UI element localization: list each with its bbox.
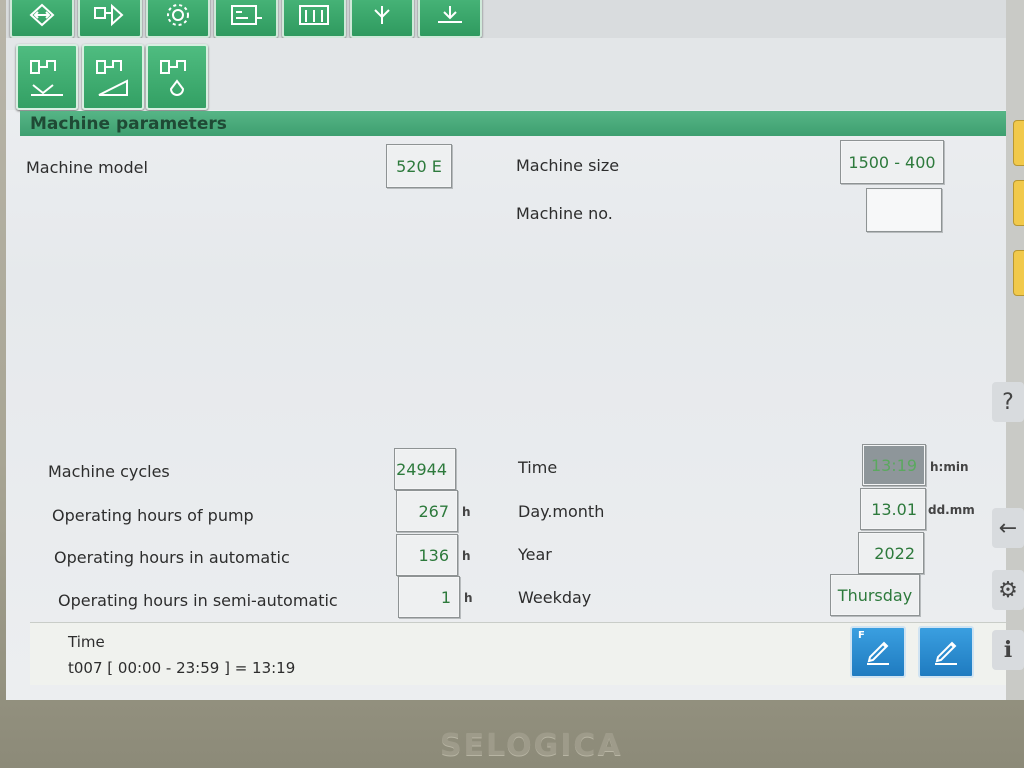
edit-button[interactable] <box>918 626 974 678</box>
weekday-field[interactable]: Thursday <box>830 574 920 616</box>
machine-size-label: Machine size <box>516 156 620 175</box>
status-title: Time <box>68 633 105 651</box>
back-arrow-icon[interactable]: ← <box>992 508 1024 548</box>
time-label: Time <box>518 458 558 477</box>
pump-hours-label: Operating hours of pump <box>52 506 254 525</box>
function-key-label: F <box>858 630 865 641</box>
automatic-hours-label: Operating hours in automatic <box>54 548 290 567</box>
page-title: Machine parameters <box>30 114 227 134</box>
semi-automatic-hours-field[interactable]: 1 <box>398 576 460 618</box>
day-month-unit: dd.mm <box>928 503 975 517</box>
edit-function-button[interactable]: F <box>850 626 906 678</box>
injection-icon[interactable] <box>418 0 482 38</box>
machine-model-label: Machine model <box>26 158 148 177</box>
settings-gear-icon[interactable]: ⚙ <box>992 570 1024 610</box>
gear-icon[interactable] <box>146 0 210 38</box>
semi-automatic-hours-unit: h <box>464 591 473 605</box>
year-label: Year <box>518 545 552 564</box>
ejector-icon[interactable] <box>350 0 414 38</box>
machine-model-field[interactable]: 520 E <box>386 144 452 188</box>
automatic-hours-field[interactable]: 136 <box>396 534 458 576</box>
tools-icon[interactable] <box>282 0 346 38</box>
machine-size-tab-icon[interactable] <box>82 44 144 110</box>
machine-size-field[interactable]: 1500 - 400 <box>840 140 944 184</box>
pump-hours-unit: h <box>462 505 471 519</box>
semi-automatic-hours-label: Operating hours in semi-automatic <box>58 591 338 610</box>
day-month-label: Day.month <box>518 502 605 521</box>
pencil-icon <box>867 641 889 665</box>
machine-no-label: Machine no. <box>516 204 613 223</box>
side-tab-3[interactable] <box>1013 250 1024 296</box>
weekday-label: Weekday <box>518 588 592 607</box>
mold-setup-icon[interactable] <box>78 0 142 38</box>
side-tab-1[interactable] <box>1013 120 1024 166</box>
section-header: Machine parameters <box>20 111 1006 136</box>
automatic-hours-unit: h <box>462 549 471 563</box>
time-field[interactable]: 13:19 <box>862 444 926 486</box>
settings-panel-icon[interactable] <box>214 0 278 38</box>
status-info: t007 [ 00:00 - 23:59 ] = 13:19 <box>68 659 296 677</box>
info-icon[interactable]: i <box>992 630 1024 670</box>
year-field[interactable]: 2022 <box>858 532 924 574</box>
pump-hours-field[interactable]: 267 <box>396 490 458 532</box>
screen: Machine parameters Machine model 520 E M… <box>6 0 1008 700</box>
time-unit: h:min <box>930 460 969 474</box>
side-tab-2[interactable] <box>1013 180 1024 226</box>
sub-toolbar <box>6 38 1006 110</box>
pencil-icon <box>935 641 957 665</box>
help-bubble-icon[interactable]: ? <box>992 382 1024 422</box>
brand-label: SELOGICA <box>440 728 623 763</box>
lubrication-tab-icon[interactable] <box>146 44 208 110</box>
navigation-icon[interactable] <box>10 0 74 38</box>
top-toolbar <box>6 0 1006 38</box>
machine-no-field[interactable] <box>866 188 942 232</box>
machine-cycles-label: Machine cycles <box>48 462 170 481</box>
machine-cycles-field[interactable]: 24944 <box>394 448 456 490</box>
machine-parameters-tab-icon[interactable] <box>16 44 78 110</box>
day-month-field[interactable]: 13.01 <box>860 488 926 530</box>
